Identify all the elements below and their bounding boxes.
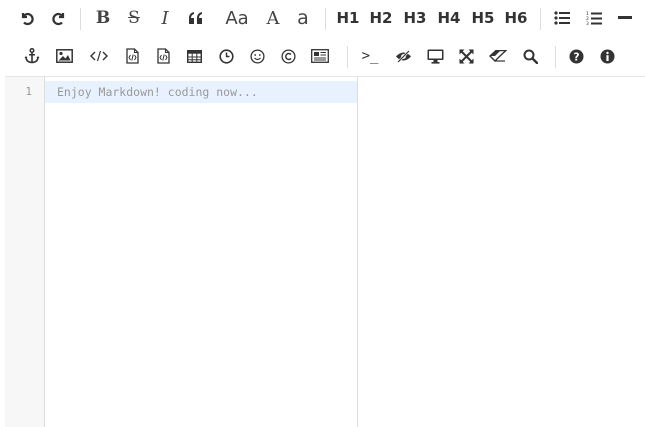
clear-button[interactable] — [484, 42, 512, 70]
help-button[interactable]: ? — [562, 42, 590, 70]
anchor-icon — [24, 48, 40, 64]
expand-icon — [458, 48, 474, 64]
svg-text:3: 3 — [586, 21, 589, 26]
toolbar-divider — [347, 46, 348, 68]
h2-button[interactable]: H2 — [366, 4, 396, 32]
emoji-button[interactable] — [243, 42, 271, 70]
image-button[interactable] — [50, 42, 78, 70]
bold-button[interactable]: B — [89, 4, 117, 32]
h6-button[interactable]: H6 — [501, 4, 531, 32]
h1-button[interactable]: H1 — [333, 4, 363, 32]
newspaper-icon — [311, 49, 329, 63]
redo-icon — [52, 12, 65, 26]
strikethrough-button[interactable]: S — [120, 4, 148, 32]
h6-label: H6 — [504, 9, 528, 27]
table-button[interactable] — [180, 42, 208, 70]
eraser-icon — [489, 50, 507, 62]
search-icon — [523, 49, 538, 64]
unordered-list-button[interactable] — [548, 4, 576, 32]
terminal-icon: >_ — [361, 48, 379, 64]
bullet-list-icon — [554, 11, 570, 25]
line-number: 1 — [25, 85, 32, 98]
clock-icon — [218, 48, 234, 64]
lowercase-button[interactable]: a — [289, 4, 317, 32]
h5-label: H5 — [471, 9, 495, 27]
file-code-icon — [125, 48, 139, 64]
h5-button[interactable]: H5 — [468, 4, 498, 32]
goto-line-button[interactable]: >_ — [356, 42, 384, 70]
image-icon — [55, 49, 73, 63]
question-circle-icon: ? — [569, 49, 583, 63]
copyright-icon — [280, 48, 296, 64]
horizontal-rule-icon — [618, 16, 632, 19]
toolbar-divider — [80, 8, 81, 30]
redo-button[interactable] — [45, 4, 73, 32]
datetime-button[interactable] — [212, 42, 240, 70]
toggle-watch-button[interactable] — [389, 42, 417, 70]
italic-label: I — [161, 7, 169, 29]
italic-button[interactable]: I — [151, 4, 179, 32]
editor-toolbar: B S I Aa A a H1 H2 H3 H4 H5 H6 123 >_ ? — [5, 0, 645, 77]
desktop-icon — [427, 49, 443, 64]
h3-label: H3 — [403, 9, 427, 27]
info-circle-icon — [600, 49, 614, 63]
h4-label: H4 — [437, 9, 461, 27]
strikethrough-label: S — [128, 8, 140, 28]
search-button[interactable] — [516, 42, 544, 70]
html-entities-button[interactable] — [274, 42, 302, 70]
pagebreak-button[interactable] — [306, 42, 334, 70]
uppercase-label: Aa — [225, 7, 249, 29]
link-button[interactable] — [18, 42, 46, 70]
markdown-editor: B S I Aa A a H1 H2 H3 H4 H5 H6 123 >_ ? … — [5, 0, 645, 427]
h3-button[interactable]: H3 — [400, 4, 430, 32]
editor-placeholder: Enjoy Markdown! coding now... — [57, 85, 258, 99]
capitalize-label: A — [266, 7, 280, 29]
smiley-icon — [249, 48, 265, 64]
h1-label: H1 — [336, 9, 360, 27]
horizontal-rule-button[interactable] — [611, 4, 639, 32]
quote-icon — [189, 12, 202, 24]
toolbar-divider — [325, 8, 326, 30]
code-editor-pane[interactable]: Enjoy Markdown! coding now... — [45, 77, 357, 427]
eye-slash-icon — [395, 49, 411, 63]
code-block-button[interactable] — [118, 42, 146, 70]
code-icon — [90, 50, 108, 62]
lowercase-label: a — [297, 7, 309, 29]
line-number-gutter: 1 — [5, 77, 45, 427]
undo-button[interactable] — [13, 4, 41, 32]
preview-button[interactable] — [421, 42, 449, 70]
inline-code-button[interactable] — [85, 42, 113, 70]
table-icon — [186, 49, 202, 63]
h4-button[interactable]: H4 — [434, 4, 464, 32]
capitalize-button[interactable]: A — [259, 4, 287, 32]
fullscreen-button[interactable] — [452, 42, 480, 70]
file-code-icon — [156, 48, 170, 64]
preformatted-text-button[interactable] — [149, 42, 177, 70]
preview-pane — [357, 77, 645, 427]
bold-label: B — [95, 8, 111, 28]
ordered-list-button[interactable]: 123 — [580, 4, 608, 32]
svg-text:?: ? — [573, 51, 579, 63]
quote-button[interactable] — [182, 4, 210, 32]
undo-icon — [21, 12, 34, 26]
info-button[interactable] — [593, 42, 621, 70]
h2-label: H2 — [369, 9, 393, 27]
toolbar-divider — [540, 8, 541, 30]
numbered-list-icon: 123 — [586, 11, 602, 26]
toolbar-divider — [555, 46, 556, 68]
uppercase-button[interactable]: Aa — [221, 4, 253, 32]
